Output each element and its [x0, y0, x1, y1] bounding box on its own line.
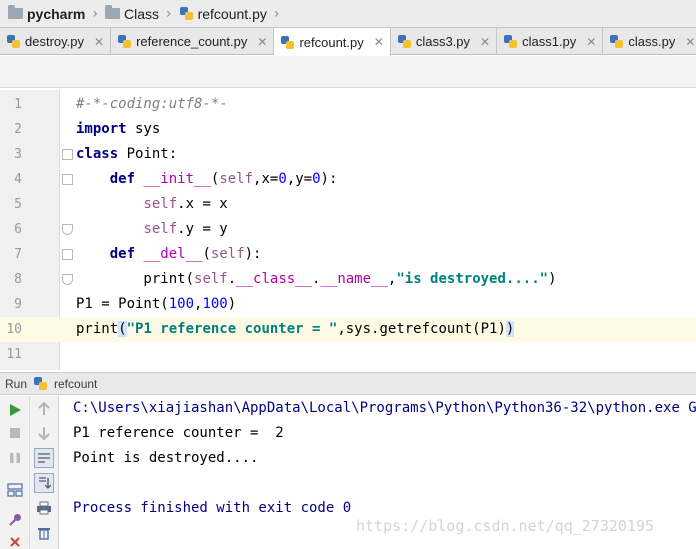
run-panel-title: Run — [5, 376, 28, 391]
close-icon[interactable]: ✕ — [586, 35, 596, 49]
folder-icon — [104, 5, 120, 19]
code-line[interactable]: 11 — [0, 342, 696, 367]
fold-marker-icon[interactable] — [62, 149, 73, 160]
breadcrumb-folder[interactable]: Class — [104, 5, 159, 22]
tab-class1[interactable]: class1.py ✕ — [497, 28, 604, 55]
breadcrumb-file[interactable]: refcount.py — [179, 6, 267, 22]
close-icon[interactable]: ✕ — [685, 35, 695, 49]
soft-wrap-icon[interactable] — [34, 448, 54, 468]
pause-icon[interactable] — [5, 448, 25, 468]
print-icon[interactable] — [34, 498, 54, 518]
run-panel-header: Run refcount — [0, 372, 696, 395]
chevron-right-icon: › — [273, 5, 280, 22]
console-line: Process finished with exit code 0 — [73, 500, 352, 516]
watermark: https://blog.csdn.net/qq_27320195 — [356, 517, 655, 535]
code-line[interactable]: 4 def __init__(self,x=0,y=0): — [0, 167, 696, 192]
run-icon[interactable] — [5, 400, 25, 420]
console-toolbar — [30, 396, 59, 549]
code-editor[interactable]: 1 #-*-coding:utf8-*- 2 import sys 3 clas… — [0, 90, 696, 370]
pin-icon[interactable] — [5, 510, 25, 530]
python-file-icon — [503, 34, 518, 49]
python-file-icon — [33, 376, 48, 391]
tab-destroy[interactable]: destroy.py ✕ — [0, 28, 112, 55]
code-line[interactable]: 6 self.y = y — [0, 217, 696, 242]
fold-end-icon[interactable] — [62, 274, 73, 285]
tab-refcount[interactable]: refcount.py ✕ — [274, 28, 391, 56]
python-file-icon — [609, 34, 624, 49]
tab-reference-count[interactable]: reference_count.py ✕ — [111, 28, 275, 55]
arrow-down-icon[interactable] — [34, 423, 54, 443]
code-line[interactable]: 5 self.x = x — [0, 192, 696, 217]
fold-end-icon[interactable] — [62, 224, 73, 235]
code-line[interactable]: 3 class Point: — [0, 142, 696, 167]
arrow-up-icon[interactable] — [34, 399, 54, 419]
tab-class3[interactable]: class3.py ✕ — [391, 28, 498, 55]
scroll-to-end-icon[interactable] — [34, 473, 54, 493]
breadcrumb-project[interactable]: pycharm — [8, 5, 85, 22]
editor-top-strip — [0, 56, 696, 88]
code-line[interactable]: 7 def __del__(self): — [0, 242, 696, 267]
python-file-icon — [6, 34, 21, 49]
close-icon[interactable]: ✕ — [257, 35, 267, 49]
current-code-line[interactable]: 10 print("P1 reference counter = ",sys.g… — [0, 317, 696, 342]
run-toolbar — [0, 396, 30, 549]
python-file-icon — [397, 34, 412, 49]
fold-marker-icon[interactable] — [62, 249, 73, 260]
console-line: P1 reference counter = 2 — [73, 425, 284, 441]
editor-tabs: destroy.py ✕ reference_count.py ✕ refcou… — [0, 28, 696, 56]
python-file-icon — [179, 6, 194, 21]
code-line[interactable]: 2 import sys — [0, 117, 696, 142]
run-console[interactable]: C:\Users\xiajiashan\AppData\Local\Progra… — [60, 396, 696, 549]
chevron-right-icon: › — [92, 5, 98, 22]
fold-marker-icon[interactable] — [62, 174, 73, 185]
trash-icon[interactable] — [34, 523, 54, 543]
close-icon[interactable]: ✕ — [480, 35, 490, 49]
console-line: Point is destroyed.... — [73, 450, 259, 466]
run-config-name[interactable]: refcount — [54, 377, 97, 391]
folder-icon — [8, 5, 23, 19]
code-line[interactable]: 8 print(self.__class__.__name__,"is dest… — [0, 267, 696, 292]
python-file-icon — [117, 34, 132, 49]
console-line: C:\Users\xiajiashan\AppData\Local\Progra… — [73, 400, 696, 416]
close-icon[interactable] — [5, 532, 25, 549]
close-icon[interactable]: ✕ — [374, 35, 384, 49]
chevron-right-icon: › — [165, 5, 172, 22]
layout-icon[interactable] — [5, 480, 25, 500]
python-file-icon — [280, 35, 295, 50]
code-line[interactable]: 1 #-*-coding:utf8-*- — [0, 92, 696, 117]
close-icon[interactable]: ✕ — [94, 35, 104, 49]
breadcrumb: pycharm › Class › refcount.py › — [0, 0, 696, 28]
tab-class[interactable]: class.py ✕ — [603, 28, 696, 55]
stop-icon[interactable] — [5, 423, 25, 443]
code-line[interactable]: 9 P1 = Point(100,100) — [0, 292, 696, 317]
